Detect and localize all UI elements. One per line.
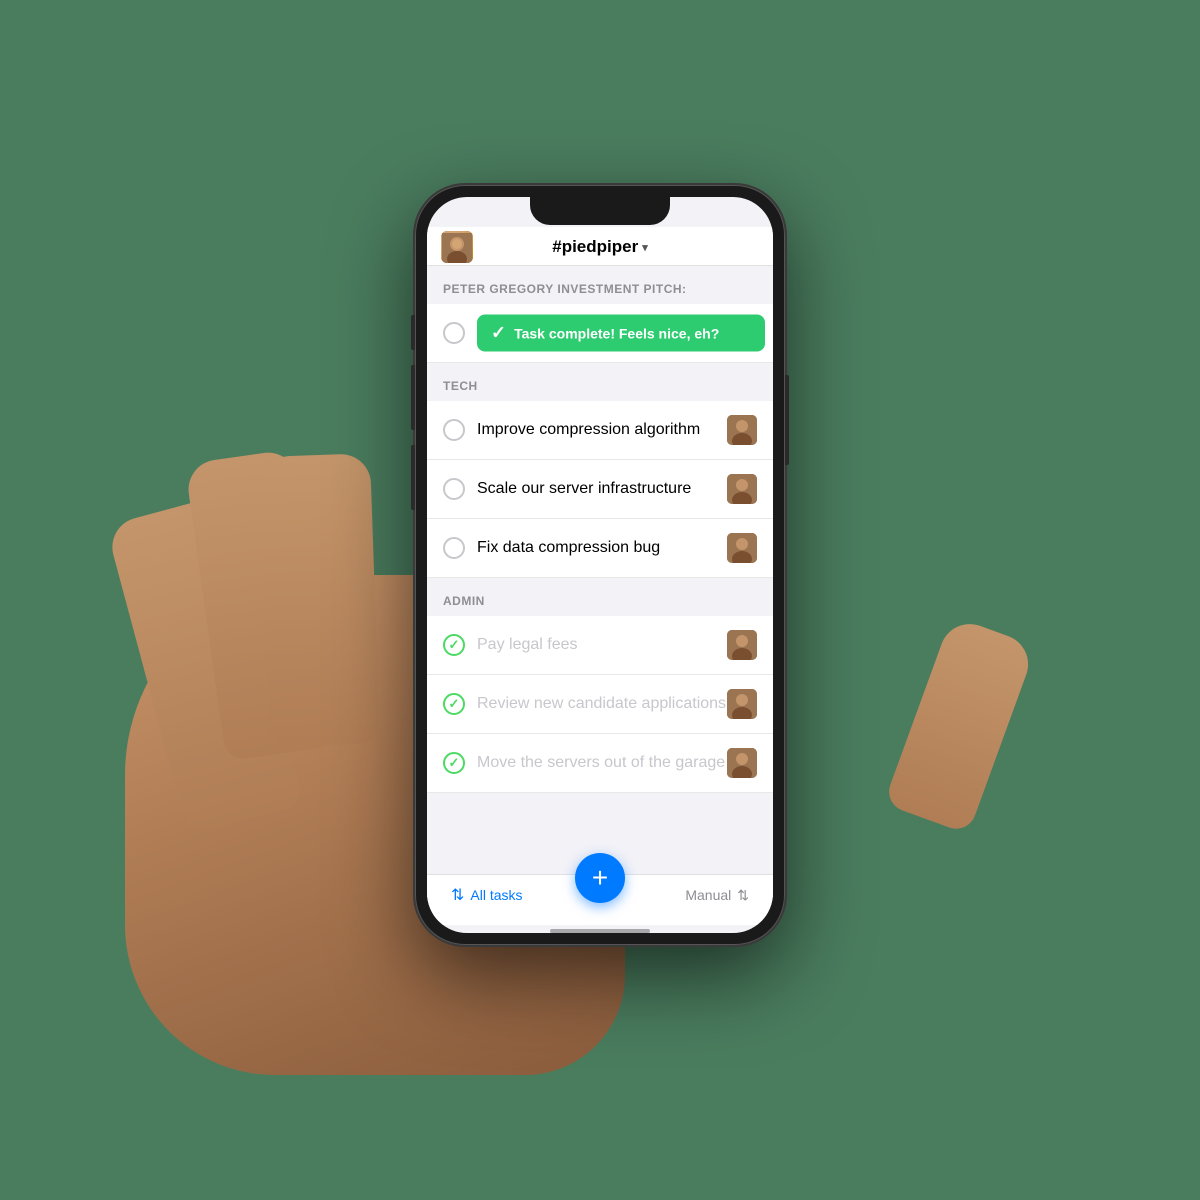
task-checkbox-completed[interactable]: [443, 752, 465, 774]
bottom-bar: ⇅ All tasks + Manual ⇅: [427, 874, 773, 925]
section-admin: ADMIN: [427, 578, 773, 616]
filter-icon: ⇅: [451, 885, 464, 905]
list-spacer: [427, 793, 773, 853]
task-text: Scale our server infrastructure: [477, 480, 727, 498]
scene: #piedpiper ▾ PETER GREGORY INVESTMENT PI…: [225, 125, 975, 1075]
task-text: Fix data compression bug: [477, 539, 727, 557]
section-peter-gregory: PETER GREGORY INVESTMENT PITCH:: [427, 266, 773, 304]
task-text: Improve compression algorithm: [477, 421, 727, 439]
section-label: TECH: [443, 379, 478, 393]
channel-title[interactable]: #piedpiper ▾: [552, 237, 648, 257]
task-item-pay-legal-fees[interactable]: Pay legal fees: [427, 616, 773, 675]
task-checkbox[interactable]: [443, 478, 465, 500]
section-label: ADMIN: [443, 594, 485, 608]
sort-section[interactable]: Manual ⇅: [685, 887, 749, 904]
user-avatar[interactable]: [441, 231, 473, 263]
volume-up-button: [411, 365, 415, 430]
avatar-image: [441, 231, 473, 263]
app-header: #piedpiper ▾: [427, 227, 773, 266]
task-checkbox[interactable]: [443, 322, 465, 344]
toast-message: Task complete! Feels nice, eh?: [514, 325, 719, 341]
task-item-scale-server[interactable]: Scale our server infrastructure: [427, 460, 773, 519]
task-assignee-avatar: [727, 689, 757, 719]
task-text: Pay legal fees: [477, 636, 727, 654]
task-item-review-candidates[interactable]: Review new candidate applications: [427, 675, 773, 734]
mute-button: [411, 315, 415, 350]
hand-thumb: [884, 616, 1037, 835]
phone-frame: #piedpiper ▾ PETER GREGORY INVESTMENT PI…: [415, 185, 785, 945]
task-complete-toast: ✓ Task complete! Feels nice, eh?: [477, 315, 765, 352]
task-checkbox[interactable]: [443, 419, 465, 441]
task-item-practice-elevator-pitch[interactable]: Practice elevator pitch ✓ Task complete: [427, 304, 773, 363]
task-text: Move the servers out of the garage: [477, 754, 727, 772]
task-assignee-avatar: [727, 415, 757, 445]
app-content: #piedpiper ▾ PETER GREGORY INVESTMENT PI…: [427, 197, 773, 933]
task-assignee-avatar: [727, 748, 757, 778]
checkmark-icon: ✓: [491, 323, 506, 344]
power-button: [785, 375, 789, 465]
task-item-fix-compression-bug[interactable]: Fix data compression bug: [427, 519, 773, 578]
filter-label: All tasks: [470, 887, 522, 903]
plus-icon: +: [592, 864, 608, 892]
home-indicator: [550, 929, 650, 933]
filter-section[interactable]: ⇅ All tasks: [451, 885, 523, 905]
task-list: PETER GREGORY INVESTMENT PITCH: Practice…: [427, 266, 773, 874]
task-assignee-avatar: [727, 474, 757, 504]
section-tech: TECH: [427, 363, 773, 401]
task-assignee-avatar: [727, 630, 757, 660]
task-checkbox[interactable]: [443, 537, 465, 559]
section-label: PETER GREGORY INVESTMENT PITCH:: [443, 282, 687, 296]
channel-name: #piedpiper: [552, 237, 638, 257]
sort-icon: ⇅: [737, 887, 749, 904]
task-assignee-avatar: [727, 533, 757, 563]
phone-screen: #piedpiper ▾ PETER GREGORY INVESTMENT PI…: [427, 197, 773, 933]
task-item-move-servers[interactable]: Move the servers out of the garage: [427, 734, 773, 793]
hand-finger3: [260, 453, 380, 747]
task-checkbox-completed[interactable]: [443, 693, 465, 715]
task-checkbox-completed[interactable]: [443, 634, 465, 656]
chevron-down-icon: ▾: [642, 241, 648, 254]
notch: [530, 197, 670, 225]
task-text: Review new candidate applications: [477, 695, 727, 713]
volume-down-button: [411, 445, 415, 510]
add-task-button[interactable]: +: [575, 853, 625, 903]
task-item-improve-compression[interactable]: Improve compression algorithm: [427, 401, 773, 460]
sort-label: Manual: [685, 887, 731, 903]
